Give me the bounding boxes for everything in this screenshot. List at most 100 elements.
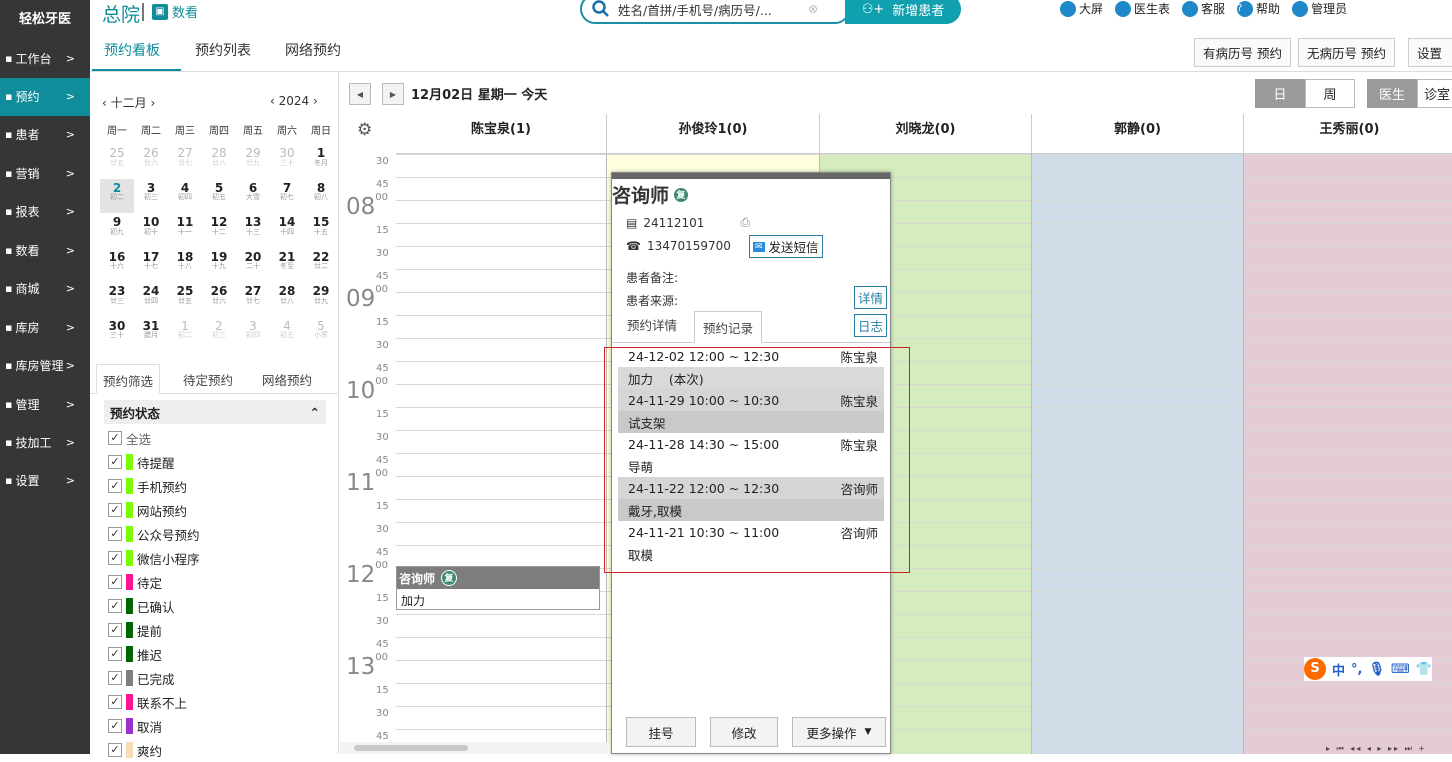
- tab-pending-appointment[interactable]: 待定预约: [183, 370, 233, 389]
- status-filter-row[interactable]: ✓ 微信小程序: [108, 546, 200, 570]
- calendar-day[interactable]: 25 廿五: [168, 282, 202, 317]
- tab-appointment-board[interactable]: 预约看板: [104, 40, 160, 60]
- calendar-day[interactable]: 1 初二: [168, 317, 202, 352]
- status-section-header[interactable]: 预约状态 ⌃: [104, 400, 326, 424]
- calendar-day[interactable]: 20 二十: [236, 248, 270, 283]
- horizontal-scrollbar[interactable]: [340, 742, 610, 754]
- view-week-button[interactable]: 周: [1305, 79, 1355, 108]
- tab-appointment-filter[interactable]: 预约筛选: [96, 364, 161, 394]
- sidebar-item-11[interactable]: ▪ 设置 >: [0, 462, 90, 500]
- edit-button[interactable]: 修改: [710, 717, 778, 747]
- calendar-day[interactable]: 9 初九: [100, 213, 134, 248]
- sidebar-item-2[interactable]: ▪ 患者 >: [0, 116, 90, 154]
- brand-title[interactable]: 总院: [102, 0, 140, 27]
- tab-online-appointment[interactable]: 网络预约: [285, 40, 341, 60]
- sidebar-item-9[interactable]: ▪ 管理 >: [0, 386, 90, 424]
- sidebar-item-4[interactable]: ▪ 报表 >: [0, 193, 90, 231]
- calendar-day[interactable]: 18 十八: [168, 248, 202, 283]
- calendar-day[interactable]: 15 十五: [304, 213, 338, 248]
- calendar-day[interactable]: 10 初十: [134, 213, 168, 248]
- calendar-day[interactable]: 19 十九: [202, 248, 236, 283]
- scrollbar-thumb[interactable]: [354, 745, 468, 751]
- calendar-day[interactable]: 3 初四: [236, 317, 270, 352]
- calendar-day[interactable]: 13 十三: [236, 213, 270, 248]
- calendar-day[interactable]: 5 小寒: [304, 317, 338, 352]
- status-filter-row[interactable]: ✓ 爽约: [108, 738, 200, 762]
- new-patient-button[interactable]: ⚇+ 新增患者: [845, 0, 961, 24]
- keyboard-icon[interactable]: ⌨: [1391, 662, 1410, 677]
- status-filter-row[interactable]: ✓ 网站预约: [108, 498, 200, 522]
- checkbox[interactable]: ✓: [108, 551, 122, 565]
- top-link-1[interactable]: 医生表: [1115, 0, 1170, 17]
- microphone-icon[interactable]: 🎙: [1368, 662, 1385, 677]
- view-day-button[interactable]: 日: [1255, 79, 1305, 108]
- calendar-day[interactable]: 23 廿三: [100, 282, 134, 317]
- calendar-day[interactable]: 14 十四: [270, 213, 304, 248]
- calendar-day[interactable]: 31 腊月: [134, 317, 168, 352]
- status-filter-row[interactable]: ✓ 待提醒: [108, 450, 200, 474]
- tab-appointment-list[interactable]: 预约列表: [195, 40, 251, 60]
- calendar-day[interactable]: 4 初五: [270, 317, 304, 352]
- calendar-day[interactable]: 21 冬至: [270, 248, 304, 283]
- status-filter-row[interactable]: ✓ 公众号预约: [108, 522, 200, 546]
- top-link-3[interactable]: ? 帮助: [1237, 0, 1280, 17]
- checkbox[interactable]: ✓: [108, 647, 122, 661]
- checkbox[interactable]: ✓: [108, 623, 122, 637]
- view-doctor-button[interactable]: 医生: [1367, 79, 1417, 108]
- checkbox[interactable]: ✓: [108, 503, 122, 517]
- checkbox[interactable]: ✓: [108, 455, 122, 469]
- status-filter-row[interactable]: ✓ 已完成: [108, 666, 200, 690]
- checkbox[interactable]: ✓: [108, 479, 122, 493]
- status-filter-row[interactable]: ✓ 手机预约: [108, 474, 200, 498]
- gear-icon[interactable]: ⚙: [357, 120, 372, 140]
- status-filter-row[interactable]: ✓ 全选: [108, 426, 200, 450]
- status-filter-row[interactable]: ✓ 提前: [108, 618, 200, 642]
- doctor-column-header[interactable]: 王秀丽(0): [1244, 114, 1452, 154]
- more-actions-button[interactable]: 更多操作 ▼: [792, 717, 886, 747]
- status-filter-row[interactable]: ✓ 联系不上: [108, 690, 200, 714]
- status-filter-row[interactable]: ✓ 推迟: [108, 642, 200, 666]
- print-icon[interactable]: ⎙: [740, 215, 750, 230]
- punctuation-icon[interactable]: °,: [1351, 662, 1362, 677]
- calendar-day[interactable]: 12 十二: [202, 213, 236, 248]
- calendar-day[interactable]: 26 廿六: [134, 144, 168, 179]
- calendar-day[interactable]: 6 大雪: [236, 179, 270, 214]
- tab-network-appointment[interactable]: 网络预约: [262, 370, 312, 389]
- calendar-day[interactable]: 27 廿七: [236, 282, 270, 317]
- collapse-icon[interactable]: ⌃: [310, 405, 320, 420]
- prev-day-button[interactable]: ◀: [349, 83, 371, 105]
- calendar-day[interactable]: 27 廿七: [168, 144, 202, 179]
- checkbox[interactable]: ✓: [108, 431, 122, 445]
- book-with-record-button[interactable]: 有病历号 预约: [1194, 38, 1291, 67]
- checkbox[interactable]: ✓: [108, 527, 122, 541]
- checkbox[interactable]: ✓: [108, 671, 122, 685]
- status-filter-row[interactable]: ✓ 取消: [108, 714, 200, 738]
- checkbox[interactable]: ✓: [108, 719, 122, 733]
- book-without-record-button[interactable]: 无病历号 预约: [1298, 38, 1395, 67]
- status-filter-row[interactable]: ✓ 待定: [108, 570, 200, 594]
- doctor-column-header[interactable]: 刘晓龙(0): [820, 114, 1032, 154]
- calendar-day[interactable]: 7 初七: [270, 179, 304, 214]
- top-link-2[interactable]: 客服: [1182, 0, 1225, 17]
- brand-subtitle[interactable]: ▣ 数看: [152, 2, 198, 21]
- calendar-day[interactable]: 30 三十: [270, 144, 304, 179]
- register-button[interactable]: 挂号: [626, 717, 696, 747]
- doctor-schedule-column[interactable]: [396, 154, 607, 754]
- calendar-day[interactable]: 26 廿六: [202, 282, 236, 317]
- view-room-button[interactable]: 诊室: [1417, 79, 1452, 108]
- sidebar-item-10[interactable]: ▪ 技加工 >: [0, 424, 90, 462]
- doctor-column-header[interactable]: 郭静(0): [1032, 114, 1244, 154]
- sidebar-item-1[interactable]: ▪ 预约 >: [0, 78, 90, 116]
- doctor-schedule-column[interactable]: [1032, 154, 1244, 754]
- calendar-day[interactable]: 24 廿四: [134, 282, 168, 317]
- next-day-button[interactable]: ▶: [382, 83, 404, 105]
- calendar-day[interactable]: 30 三十: [100, 317, 134, 352]
- ime-toolbar[interactable]: S 中 °, 🎙 ⌨ 👕: [1304, 657, 1432, 681]
- calendar-day[interactable]: 16 十六: [100, 248, 134, 283]
- calendar-day[interactable]: 11 十一: [168, 213, 202, 248]
- top-link-4[interactable]: 管理员: [1292, 0, 1347, 17]
- sidebar-item-7[interactable]: ▪ 库房 >: [0, 309, 90, 347]
- send-sms-button[interactable]: ✉ 发送短信: [749, 235, 823, 258]
- clear-icon[interactable]: ⊗: [808, 2, 818, 16]
- tab-appointment-detail[interactable]: 预约详情: [627, 315, 677, 334]
